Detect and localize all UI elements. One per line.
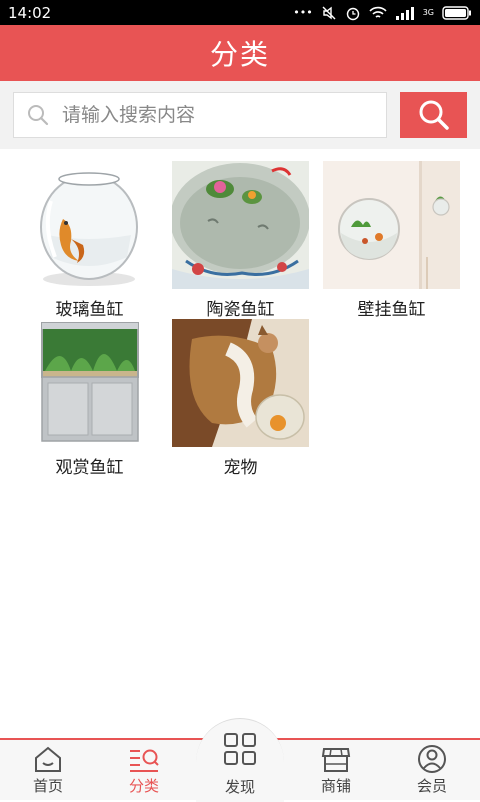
nav-item-home[interactable]: 首页 xyxy=(0,740,96,800)
shop-icon xyxy=(321,748,351,772)
category-label: 玻璃鱼缸 xyxy=(55,300,124,320)
category-icon xyxy=(130,749,159,772)
user-icon xyxy=(418,745,446,773)
category-item-wall-tank[interactable]: 壁挂鱼缸 xyxy=(323,161,460,320)
category-label: 壁挂鱼缸 xyxy=(357,300,426,320)
search-box[interactable] xyxy=(13,92,387,138)
alarm-icon xyxy=(346,7,359,20)
pets-image xyxy=(172,319,309,447)
category-label: 观赏鱼缸 xyxy=(55,458,124,478)
ceramic-tank-image xyxy=(172,161,309,289)
search-input[interactable] xyxy=(62,104,362,126)
search-button[interactable] xyxy=(400,92,467,138)
mute-icon xyxy=(322,6,336,19)
nav-item-discover[interactable]: 发现 xyxy=(196,718,284,802)
search-area xyxy=(0,81,480,149)
grid-icon xyxy=(224,733,256,765)
title-bar: 分类 xyxy=(0,25,480,81)
nav-item-shop[interactable]: 商铺 xyxy=(288,740,384,800)
status-icons: ••• 3G xyxy=(293,5,472,21)
home-icon xyxy=(35,746,61,772)
battery-icon xyxy=(442,5,471,20)
status-time: 14:02 xyxy=(8,3,52,22)
page-title: 分类 xyxy=(209,38,270,71)
category-label: 陶瓷鱼缸 xyxy=(206,300,275,320)
category-item-ceramic-tank[interactable]: 陶瓷鱼缸 xyxy=(172,161,309,320)
search-icon xyxy=(419,100,449,130)
nav-label-category: 分类 xyxy=(128,777,159,795)
more-dots: ••• xyxy=(293,6,313,19)
ornamental-tank-image xyxy=(21,319,158,447)
nav-label-shop: 商铺 xyxy=(320,777,351,795)
nav-label-member: 会员 xyxy=(416,777,447,795)
wifi-icon xyxy=(369,6,387,18)
wall-tank-image xyxy=(323,161,460,289)
search-icon xyxy=(28,105,49,126)
category-item-ornamental-tank[interactable]: 观赏鱼缸 xyxy=(21,319,158,478)
bottom-nav: 首页 分类 发现 商铺 会员 xyxy=(0,718,480,802)
nav-item-category[interactable]: 分类 xyxy=(96,740,192,800)
nav-item-member[interactable]: 会员 xyxy=(384,740,480,800)
category-item-pets[interactable]: 宠物 xyxy=(172,319,309,478)
nav-label-home: 首页 xyxy=(32,777,63,795)
status-bar: 14:02 ••• 3G xyxy=(0,0,480,25)
nav-label-discover: 发现 xyxy=(224,778,255,796)
network-type: 3G xyxy=(422,7,434,17)
category-item-glass-tank[interactable]: 玻璃鱼缸 xyxy=(21,161,158,320)
glass-tank-image xyxy=(21,161,158,289)
signal-icon xyxy=(395,6,414,20)
category-label: 宠物 xyxy=(223,458,258,478)
